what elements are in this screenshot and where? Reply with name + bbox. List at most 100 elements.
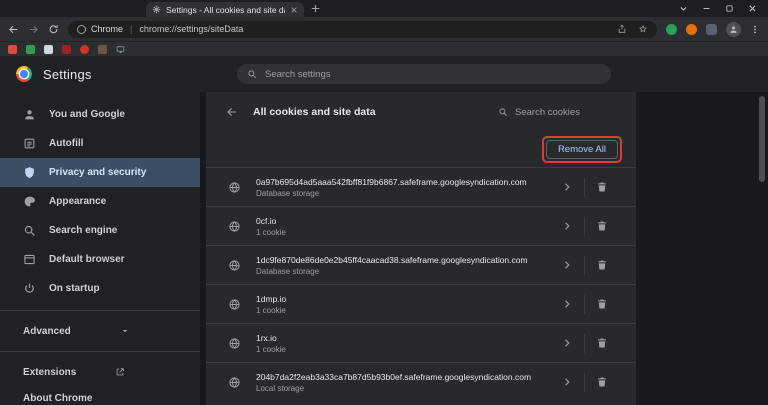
bookmark-favicon-3[interactable] (44, 44, 53, 54)
about-label: About Chrome (23, 392, 93, 404)
url-separator: | (130, 24, 133, 34)
globe-icon (228, 220, 241, 233)
globe-icon (228, 298, 241, 311)
expand-site-button[interactable] (561, 376, 573, 388)
expand-site-button[interactable] (561, 298, 573, 310)
extensions-label: Extensions (23, 366, 77, 378)
settings-search-input[interactable]: Search settings (237, 64, 611, 84)
chevron-down-icon (120, 326, 130, 336)
bookmark-star-icon[interactable] (638, 24, 648, 34)
menu-kebab-icon[interactable] (750, 24, 760, 35)
address-bar[interactable]: Chrome | chrome://settings/siteData (68, 20, 657, 38)
delete-site-button[interactable] (596, 220, 608, 232)
bookmark-favicon-7[interactable] (116, 45, 125, 54)
delete-site-button[interactable] (596, 376, 608, 388)
site-info: 0cf.io 1 cookie (256, 216, 549, 237)
site-detail: 1 cookie (256, 227, 286, 237)
share-icon[interactable] (617, 24, 627, 34)
site-data-row: 1dmp.io 1 cookie (206, 284, 636, 323)
site-data-row: 204b7da2f2eab3a33ca7b87d5b93b0ef.safefra… (206, 362, 636, 401)
row-actions (561, 372, 608, 392)
bookmark-favicon-4[interactable] (62, 44, 71, 54)
expand-site-button[interactable] (561, 259, 573, 271)
delete-site-button[interactable] (596, 298, 608, 310)
back-button[interactable] (8, 24, 19, 35)
back-arrow-button[interactable] (226, 106, 238, 118)
divider (584, 294, 585, 314)
chrome-logo (16, 66, 32, 82)
sidebar-item-label: Default browser (49, 254, 125, 265)
sidebar-item-privacy-and-security[interactable]: Privacy and security (0, 158, 200, 187)
power-icon (23, 282, 36, 295)
expand-site-button[interactable] (561, 337, 573, 349)
forward-button[interactable] (28, 24, 39, 35)
advanced-label: Advanced (23, 325, 71, 337)
search-icon (498, 107, 508, 117)
sidebar-item-on-startup[interactable]: On startup (0, 274, 200, 303)
profile-avatar[interactable] (726, 21, 741, 37)
expand-site-button[interactable] (561, 220, 573, 232)
bookmarks-bar (0, 41, 768, 56)
delete-site-button[interactable] (596, 181, 608, 193)
site-detail: 1 cookie (256, 344, 286, 354)
remove-all-row: Remove All (206, 132, 636, 167)
remove-all-button[interactable]: Remove All (545, 140, 618, 159)
site-info: 1dmp.io 1 cookie (256, 294, 549, 315)
bookmark-favicon-5[interactable] (80, 44, 89, 54)
tab-close-icon[interactable] (290, 6, 298, 14)
sidebar-item-about-chrome[interactable]: About Chrome (0, 385, 200, 405)
sidebar-item-appearance[interactable]: Appearance (0, 187, 200, 216)
sidebar-item-autofill[interactable]: Autofill (0, 129, 200, 158)
scrollbar[interactable] (759, 96, 765, 182)
url-text: chrome://settings/siteData (139, 24, 244, 34)
delete-site-button[interactable] (596, 259, 608, 271)
delete-site-button[interactable] (596, 337, 608, 349)
reload-button[interactable] (48, 24, 59, 35)
cookies-card: All cookies and site data Search cookies… (206, 92, 636, 405)
bookmark-favicon-1[interactable] (8, 44, 17, 54)
site-detail: Local storage (256, 383, 305, 393)
extension-icon-2[interactable] (686, 23, 697, 35)
tab-title: Settings - All cookies and site da (166, 4, 285, 15)
tab-strip: Settings - All cookies and site da (0, 0, 768, 17)
maximize-button[interactable] (725, 4, 734, 13)
site-data-row: 0a97b695d4ad5aaa542fbff81f9b6867.safefra… (206, 167, 636, 206)
sidebar-item-extensions[interactable]: Extensions (0, 359, 200, 385)
new-tab-button[interactable] (310, 3, 321, 14)
site-info: 1dc9fe870de86de0e2b45ff4caacad38.safefra… (256, 255, 549, 276)
cookies-card-header: All cookies and site data Search cookies (206, 92, 636, 132)
minimize-button[interactable] (702, 4, 711, 13)
person-icon (729, 25, 738, 34)
expand-site-button[interactable] (561, 181, 573, 193)
close-button[interactable] (748, 4, 757, 13)
open-in-new-icon (115, 367, 125, 377)
settings-header: Settings Search settings (0, 56, 768, 92)
site-data-row: 1rx.io 1 cookie (206, 323, 636, 362)
sidebar-item-default-browser[interactable]: Default browser (0, 245, 200, 274)
sidebar-item-advanced[interactable]: Advanced (0, 318, 200, 344)
site-name: 0a97b695d4ad5aaa542fbff81f9b6867.safefra… (256, 176, 527, 187)
annotation-red-box: Remove All (541, 136, 622, 163)
globe-icon (228, 337, 241, 350)
bookmark-favicon-2[interactable] (26, 44, 35, 54)
sidebar-item-you-and-google[interactable]: You and Google (0, 100, 200, 129)
tab-search-icon[interactable] (679, 4, 688, 13)
settings-main: All cookies and site data Search cookies… (200, 92, 768, 405)
url-prefix: Chrome (91, 24, 124, 34)
sidebar-item-search-engine[interactable]: Search engine (0, 216, 200, 245)
extension-icon-1[interactable] (666, 23, 677, 35)
row-actions (561, 177, 608, 197)
browser-toolbar: Chrome | chrome://settings/siteData (0, 17, 768, 41)
cookie-search-input[interactable]: Search cookies (498, 107, 616, 118)
settings-sidebar: You and Google Autofill Privacy and securi… (0, 92, 200, 405)
site-info-icon[interactable] (77, 24, 86, 34)
site-info: 1rx.io 1 cookie (256, 333, 549, 354)
sidebar-item-label: You and Google (49, 109, 125, 120)
browser-tab[interactable]: Settings - All cookies and site da (146, 2, 304, 17)
site-data-row: 1dc9fe870de86de0e2b45ff4caacad38.safefra… (206, 245, 636, 284)
divider (584, 255, 585, 275)
bookmark-favicon-6[interactable] (98, 44, 107, 54)
site-name: 1rx.io (256, 332, 277, 343)
extension-icon-3[interactable] (706, 23, 717, 35)
sidebar-item-label: Appearance (49, 196, 107, 207)
